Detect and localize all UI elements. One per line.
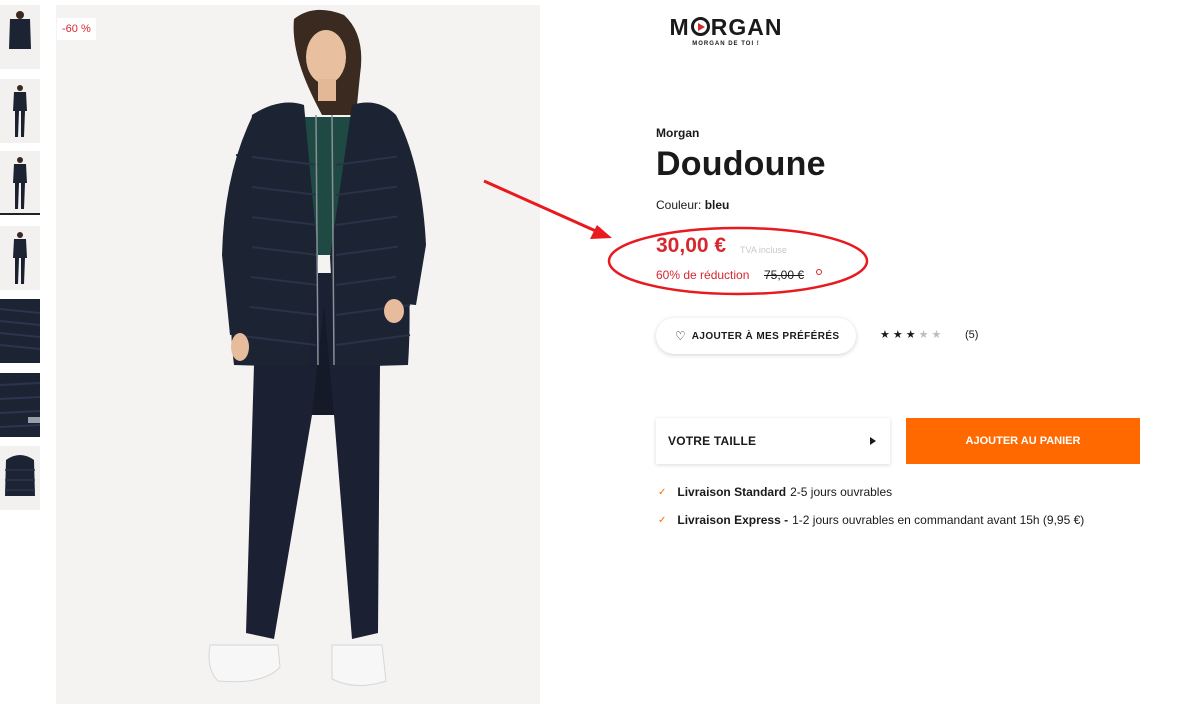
info-icon[interactable] (816, 269, 822, 275)
play-arrow-icon (870, 437, 876, 445)
thumbnail-2[interactable] (0, 79, 40, 143)
old-price: 75,00 € (764, 268, 805, 282)
check-icon: ✓ (658, 486, 667, 498)
thumbnail-6[interactable] (0, 373, 40, 437)
star-icon: ★ (892, 329, 906, 341)
delivery-detail: 1-2 jours ouvrables en commandant avant … (792, 513, 1085, 527)
add-to-cart-button[interactable]: AJOUTER AU PANIER (906, 418, 1140, 464)
size-selector[interactable]: VOTRE TAILLE (656, 418, 890, 464)
color-value: bleu (704, 198, 730, 212)
thumbnail-4[interactable] (0, 226, 40, 290)
logo-tagline: MORGAN DE TOI ! (692, 41, 760, 47)
star-icon: ★ (880, 329, 893, 341)
size-label: VOTRE TAILLE (668, 434, 757, 448)
discount-text: 60% de réduction (656, 268, 750, 282)
brand-logo[interactable]: M RGAN MORGAN DE TOI ! (666, 14, 786, 47)
star-icon: ★ (905, 329, 919, 341)
delivery-detail: 2-5 jours ouvrables (790, 485, 893, 499)
star-icon: ★ (918, 329, 932, 341)
delivery-standard: ✓ Livraison Standard 2-5 jours ouvrables (658, 485, 892, 499)
logo-o-icon (690, 17, 710, 36)
check-icon: ✓ (658, 514, 667, 526)
delivery-title: Livraison Express - (677, 513, 789, 527)
thumbnail-3[interactable] (0, 151, 40, 215)
heart-icon: ♡ (675, 329, 686, 343)
product-brand[interactable]: Morgan (656, 126, 699, 140)
favorite-label: AJOUTER À MES PRÉFÉRÉS (691, 330, 840, 342)
delivery-title: Livraison Standard (677, 485, 787, 499)
thumbnail-7[interactable] (0, 446, 40, 510)
current-price: 30,00 € (656, 234, 727, 257)
thumbnail-5[interactable] (0, 299, 40, 363)
color-label: Couleur: (656, 198, 702, 212)
vat-note: TVA incluse (740, 245, 787, 255)
thumbnail-1[interactable] (0, 5, 40, 69)
annotation-ellipse (607, 226, 869, 296)
add-to-favorites-button[interactable]: ♡ AJOUTER À MES PRÉFÉRÉS (656, 318, 856, 354)
product-title: Doudoune (656, 145, 826, 183)
rating-stars[interactable]: ★★★★★ (880, 328, 944, 341)
product-color: Couleur: bleu (656, 198, 729, 212)
logo-wordmark: M RGAN (669, 14, 783, 40)
delivery-express: ✓ Livraison Express - 1-2 jours ouvrable… (658, 513, 1084, 527)
star-icon: ★ (931, 329, 945, 341)
annotation-arrowhead (590, 225, 612, 239)
review-count[interactable]: (5) (965, 329, 978, 341)
product-image (56, 5, 540, 704)
discount-badge: -60 % (57, 18, 96, 40)
